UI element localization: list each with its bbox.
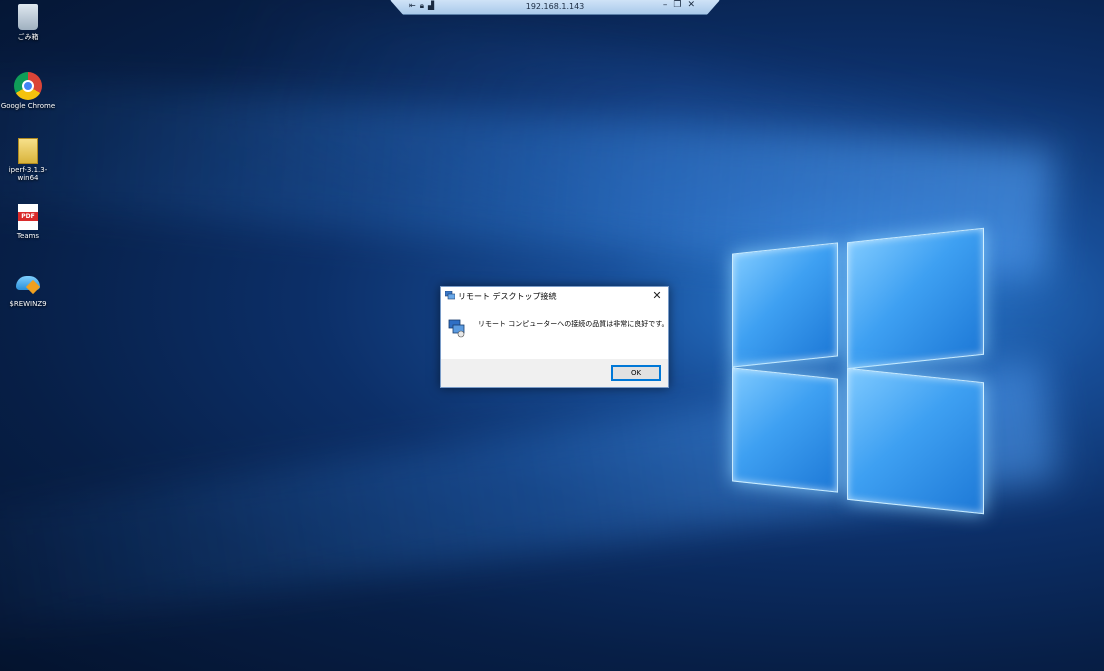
desktop-icon-teams[interactable]: PDF Teams — [0, 204, 56, 240]
desktop-icon-label: $REWINZ9 — [9, 300, 47, 308]
windows-logo-pane — [732, 242, 838, 368]
rewinz-icon — [14, 270, 42, 298]
close-icon[interactable]: ✕ — [687, 0, 701, 10]
dialog-footer: OK — [441, 359, 668, 387]
remote-desktop-icon — [445, 291, 455, 300]
desktop-icon-google-chrome[interactable]: Google Chrome — [0, 72, 56, 110]
restore-icon[interactable]: ❐ — [673, 0, 687, 10]
desktop-icon-recycle-bin[interactable]: ごみ箱 — [0, 4, 56, 42]
desktop-icon-iperf[interactable]: iperf-3.1.3-win64 — [0, 138, 56, 182]
connection-bar-right-icons: –❐✕ — [663, 0, 701, 10]
desktop-icon-label: Google Chrome — [0, 102, 56, 110]
desktop-icon-label: iperf-3.1.3-win64 — [8, 166, 48, 182]
recycle-bin-icon — [18, 4, 38, 30]
dialog-close-button[interactable]: ✕ — [650, 289, 664, 303]
pdf-badge: PDF — [18, 212, 38, 221]
desktop-icon-label: Teams — [16, 232, 40, 240]
windows-logo-pane — [732, 367, 838, 493]
remote-connection-bar: ⇤🔒︎▟ 192.168.1.143 –❐✕ — [390, 0, 720, 15]
desktop-icon-label: ごみ箱 — [17, 33, 39, 41]
dialog-body: リモート コンピューターへの接続の品質は非常に良好です。 OK — [441, 305, 669, 387]
dialog-title-bar[interactable]: リモート デスクトップ接続 ✕ — [441, 287, 668, 305]
chrome-icon — [14, 72, 42, 100]
windows-logo — [730, 225, 990, 515]
minimize-icon[interactable]: – — [663, 0, 674, 10]
connection-quality-dialog: リモート デスクトップ接続 ✕ リモート コンピューターへの接続の品質は非常に良… — [440, 286, 669, 388]
windows-logo-pane — [847, 367, 984, 515]
pdf-icon: PDF — [18, 204, 38, 230]
desktop-icon-rewinz9[interactable]: $REWINZ9 — [0, 270, 56, 308]
zip-folder-icon — [18, 138, 38, 164]
windows-logo-pane — [847, 227, 984, 370]
dialog-message: リモート コンピューターへの接続の品質は非常に良好です。 — [478, 320, 669, 328]
dialog-title: リモート デスクトップ接続 — [458, 292, 557, 301]
ok-button[interactable]: OK — [611, 365, 661, 381]
remote-desktop-connection-icon — [448, 319, 465, 338]
